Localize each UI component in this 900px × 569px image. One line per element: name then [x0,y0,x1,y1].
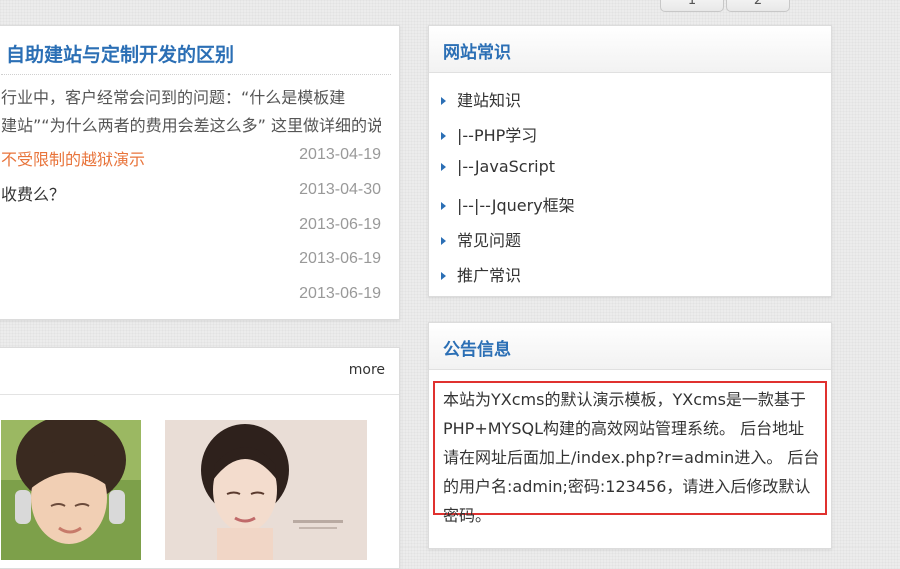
notice-text: 本站为YXcms的默认演示模板，YXcms是一款基于 PHP+MYSQL构建的高… [443,385,823,530]
news-title[interactable]: 不受限制的越狱演示 [1,146,145,170]
news-title[interactable]: 收费么？ [1,181,65,205]
article-summary-line: 建站”“为什么两者的费用会差这么多” 这里做详细的说 [1,116,381,135]
category-label: |--PHP学习 [457,126,538,145]
category-label: |--JavaScript [457,157,556,176]
caret-right-icon [441,237,446,245]
article-summary: 行业中，客户经常会问到的问题：“什么是模板建 建站”“为什么两者的费用会差这么多… [1,84,381,140]
panel-header: 公告信息 [429,323,831,370]
notice-line: 密码。 [443,506,492,525]
portrait-image [1,420,141,560]
page-button-2[interactable]: 2 [726,0,790,12]
category-item[interactable]: 常见问题 [441,227,521,251]
notice-panel: 公告信息 本站为YXcms的默认演示模板，YXcms是一款基于 PHP+MYSQ… [428,322,832,549]
category-item[interactable]: |--JavaScript [441,157,555,181]
category-label: |--|--Jquery框架 [457,196,575,215]
caret-right-icon [441,272,446,280]
news-row[interactable]: 2013-06-19 [1,285,381,307]
gallery-photo-1[interactable] [1,420,141,560]
caret-right-icon [441,163,446,171]
category-label: 推广常识 [457,266,522,285]
panel-title: 公告信息 [443,340,511,360]
category-item[interactable]: |--PHP学习 [441,122,537,146]
caret-right-icon [441,97,446,105]
category-label: 常见问题 [457,231,522,250]
news-date: 2013-04-19 [299,146,381,163]
news-row[interactable]: 2013-06-19 [1,250,381,272]
category-item[interactable]: 推广常识 [441,262,521,286]
news-row[interactable]: 收费么？ 2013-04-30 [1,181,381,205]
news-date: 2013-06-19 [299,250,381,267]
gallery-photo-2[interactable] [165,420,367,560]
notice-line: 请在网址后面加上/index.php?r=admin进入。 后台 [443,448,820,467]
news-row[interactable]: 2013-06-19 [1,216,381,238]
panel-header: 网站常识 [429,26,831,73]
notice-line: PHP+MYSQL构建的高效网站管理系统。 后台地址 [443,419,805,438]
portrait-image [165,420,367,560]
news-row[interactable]: 不受限制的越狱演示 2013-04-19 [1,146,381,170]
news-date: 2013-04-30 [299,181,381,198]
notice-line: 的用户名:admin;密码:123456，请进入后修改默认 [443,477,811,496]
gallery-header: more [0,348,399,395]
article-title[interactable]: 自助建站与定制开发的区别 [6,40,234,67]
article-news-panel: 自助建站与定制开发的区别 行业中，客户经常会问到的问题：“什么是模板建 建站”“… [0,25,400,320]
notice-highlight-box: 本站为YXcms的默认演示模板，YXcms是一款基于 PHP+MYSQL构建的高… [433,381,827,525]
news-date: 2013-06-19 [299,216,381,233]
category-item[interactable]: |--|--Jquery框架 [441,192,575,216]
gallery-panel: more [0,347,400,569]
more-link[interactable]: more [349,362,385,378]
notice-line: 本站为YXcms的默认演示模板，YXcms是一款基于 [443,390,806,409]
caret-right-icon [441,132,446,140]
panel-title: 网站常识 [443,43,511,63]
article-summary-line: 行业中，客户经常会问到的问题：“什么是模板建 [1,88,346,107]
category-label: 建站知识 [457,91,522,110]
news-date: 2013-06-19 [299,285,381,302]
site-knowledge-panel: 网站常识 建站知识 |--PHP学习 |--JavaScript |--|--J… [428,25,832,297]
page-button-1[interactable]: 1 [660,0,724,12]
divider [1,74,391,75]
category-item[interactable]: 建站知识 [441,87,521,111]
caret-right-icon [441,202,446,210]
